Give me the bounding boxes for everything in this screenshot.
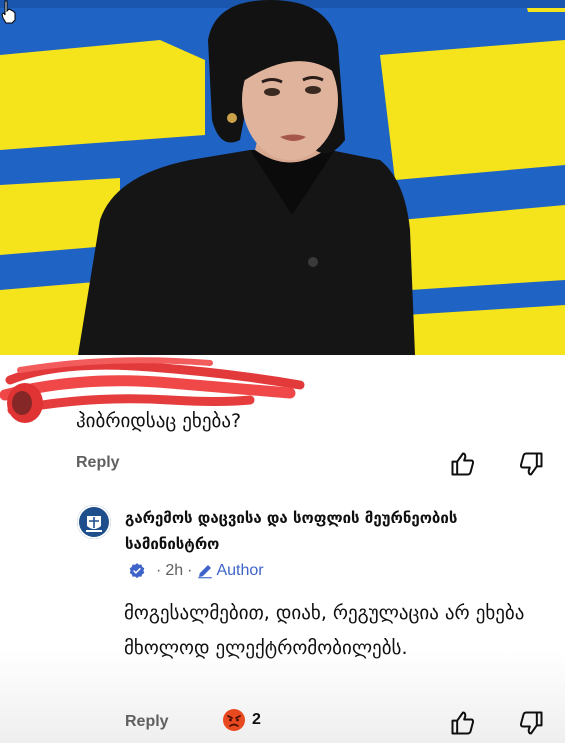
author-avatar[interactable]	[77, 505, 111, 539]
angry-emoji-icon	[223, 709, 245, 731]
reply-meta: · 2h · Author	[128, 560, 264, 582]
creator-reaction: 2	[222, 708, 261, 732]
verified-icon	[129, 563, 145, 579]
reply-text: მოგესალმებით, დიახ, რეგულაცია არ ეხება მ…	[124, 602, 525, 659]
comment-text: ჰიბრიდსაც ეხება?	[76, 410, 242, 432]
video-frame[interactable]	[0, 0, 565, 355]
author-badge-label: Author	[216, 562, 264, 579]
cursor-hand-icon	[1, 0, 16, 24]
like-icon[interactable]	[449, 709, 477, 737]
dislike-icon[interactable]	[517, 450, 545, 478]
author-badge: Author	[196, 562, 264, 580]
meta-separator: ·	[156, 562, 162, 579]
video-still	[0, 0, 565, 355]
pencil-icon	[198, 565, 213, 579]
dislike-icon[interactable]	[517, 709, 545, 737]
comment-reply-button[interactable]: Reply	[76, 454, 120, 472]
ministry-logo-icon	[77, 505, 111, 539]
reply-author-name[interactable]: გარემოს დაცვისა და სოფლის მეურნეობის სამ…	[125, 505, 555, 557]
reaction-count: 2	[252, 711, 261, 728]
meta-separator: ·	[187, 562, 193, 579]
like-icon[interactable]	[449, 450, 477, 478]
reply-timestamp: 2h	[165, 562, 184, 579]
reply-reply-button[interactable]: Reply	[125, 713, 169, 731]
